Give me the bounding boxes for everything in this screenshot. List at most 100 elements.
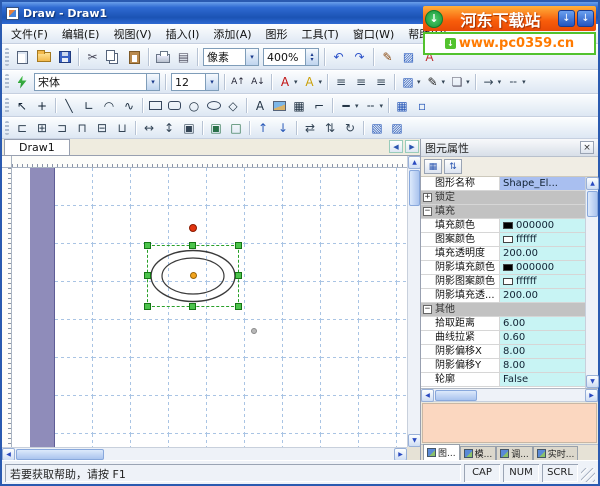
scroll-track[interactable] [408, 207, 420, 434]
arrow-style-button[interactable]: → ▾ [479, 73, 504, 91]
property-value[interactable]: ffffff [500, 233, 585, 246]
flip-horizontal-button[interactable]: ⇄ [300, 120, 320, 137]
toolbar-grip[interactable] [5, 48, 9, 66]
resize-handle-w[interactable] [144, 272, 151, 279]
panel-tab-2[interactable]: 调... [496, 446, 533, 460]
image-tool-button[interactable] [270, 97, 289, 114]
align-rights-button[interactable]: ⊐ [52, 120, 72, 137]
ungroup-button[interactable]: □ [226, 120, 246, 137]
scroll-right-icon[interactable]: ▶ [585, 389, 598, 402]
property-row[interactable]: 轮廓 False [421, 373, 585, 387]
tab-draw1[interactable]: Draw1 [4, 139, 70, 155]
arc-tool-button[interactable]: ◠ [99, 97, 119, 114]
print-preview-button[interactable]: ▤ [173, 47, 194, 67]
scroll-track[interactable] [105, 448, 394, 460]
property-value[interactable]: 0.60 [500, 331, 585, 344]
same-size-button[interactable]: ▣ [179, 120, 199, 137]
line-color-button[interactable]: ✎ ▾ [423, 73, 448, 91]
flip-vertical-button[interactable]: ⇅ [320, 120, 340, 137]
tab-scroll-right-button[interactable]: ▶ [405, 140, 419, 153]
select-tool-button[interactable]: ↖ [12, 97, 32, 114]
layers-panel-toggle-button[interactable]: ▧ [367, 120, 387, 137]
text-tool-button[interactable]: A [250, 97, 270, 114]
font-name-combo[interactable]: 宋体 ▾ [34, 73, 160, 91]
bring-to-front-button[interactable]: ↑ [253, 120, 273, 137]
send-to-back-button[interactable]: ↓ [273, 120, 293, 137]
toolbar-grip[interactable] [5, 121, 9, 135]
grid-horizontal-scrollbar[interactable]: ◀ ▶ [421, 389, 598, 402]
panel-tab-1[interactable]: 模... [459, 446, 497, 460]
shadow-style-button[interactable]: ❏ ▾ [447, 73, 472, 91]
resize-handle-e[interactable] [235, 272, 242, 279]
menu-tools[interactable]: 工具(T) [295, 24, 346, 44]
menu-add[interactable]: 添加(A) [206, 24, 258, 44]
grid-toggle-button[interactable]: ▦ [392, 97, 412, 114]
resize-handle-sw[interactable] [144, 303, 151, 310]
font-larger-button[interactable]: A↑ [228, 73, 248, 91]
rotate-button[interactable]: ↻ [340, 120, 360, 137]
property-row[interactable]: 阴影图案颜色 ffffff [421, 275, 585, 289]
property-category-row[interactable]: − 其他 [421, 303, 585, 317]
property-row[interactable]: 拾取距离 6.00 [421, 317, 585, 331]
collapse-icon[interactable]: − [423, 207, 432, 216]
panel-tab-3[interactable]: 实时... [532, 446, 579, 460]
collapse-icon[interactable]: − [423, 305, 432, 314]
align-middles-button[interactable]: ⊟ [92, 120, 112, 137]
align-tops-button[interactable]: ⊓ [72, 120, 92, 137]
polyline-tool-button[interactable]: ∟ [79, 97, 99, 114]
print-button[interactable] [152, 47, 173, 67]
dropdown-arrow-icon[interactable]: ▾ [245, 49, 258, 65]
panel-close-button[interactable]: × [580, 141, 594, 154]
circle-tool-button[interactable]: ○ [184, 97, 204, 114]
scroll-right-icon[interactable]: ▶ [394, 448, 407, 460]
align-right-button[interactable]: ≡ [371, 73, 391, 91]
menu-shape[interactable]: 图形 [259, 24, 295, 44]
property-category-row[interactable]: + 锁定 [421, 191, 585, 205]
dropdown-arrow-icon[interactable]: ▾ [205, 74, 218, 90]
scroll-thumb[interactable] [587, 191, 598, 217]
property-row[interactable]: 曲线拉紧 0.60 [421, 331, 585, 345]
toolbar-grip[interactable] [5, 74, 9, 90]
align-centers-button[interactable]: ⊞ [32, 120, 52, 137]
fill-color-button[interactable]: ▨ ▾ [398, 73, 423, 91]
property-row[interactable]: 填充透明度 200.00 [421, 247, 585, 261]
align-left-button[interactable]: ≡ [331, 73, 351, 91]
align-bottoms-button[interactable]: ⊔ [112, 120, 132, 137]
rotation-handle[interactable] [189, 224, 197, 232]
scroll-up-icon[interactable]: ▲ [408, 156, 420, 169]
save-button[interactable] [54, 47, 75, 67]
scroll-track[interactable] [586, 218, 598, 375]
line-width-button[interactable]: ━ ▾ [336, 97, 361, 114]
property-value[interactable]: 8.00 [500, 359, 585, 372]
properties-panel-header[interactable]: 图元属性 × [421, 139, 598, 157]
scroll-left-icon[interactable]: ◀ [2, 448, 15, 460]
fill-button[interactable]: ▨ [398, 47, 419, 67]
property-value[interactable]: 000000 [500, 261, 585, 274]
scroll-track[interactable] [478, 389, 585, 401]
align-center-button[interactable]: ≡ [351, 73, 371, 91]
font-size-combo[interactable]: 12 ▾ [171, 73, 219, 91]
redo-button[interactable]: ↷ [349, 47, 370, 67]
property-category-row[interactable]: − 填充 [421, 205, 585, 219]
drawing-page[interactable] [55, 168, 407, 447]
connector-tool-button[interactable]: ⌐ [309, 97, 329, 114]
same-height-button[interactable]: ↕ [159, 120, 179, 137]
scroll-thumb[interactable] [16, 449, 104, 460]
resize-handle-ne[interactable] [235, 242, 242, 249]
property-value[interactable]: False [500, 373, 585, 386]
property-value[interactable]: 200.00 [500, 247, 585, 260]
resize-handle-n[interactable] [189, 242, 196, 249]
tab-scroll-left-button[interactable]: ◀ [389, 140, 403, 153]
scroll-left-icon[interactable]: ◀ [421, 389, 434, 402]
font-smaller-button[interactable]: A↓ [248, 73, 268, 91]
zoom-combo[interactable]: 400% ▴ ▾ [263, 48, 319, 66]
canvas-vertical-scrollbar[interactable]: ▲ ▼ [407, 156, 420, 447]
property-value[interactable]: Shape_El... [500, 177, 585, 190]
scroll-up-icon[interactable]: ▲ [586, 177, 599, 190]
toolbar-grip[interactable] [5, 98, 9, 113]
panel-tab-0[interactable]: 图... [423, 444, 460, 460]
paste-button[interactable] [124, 47, 145, 67]
dropdown-arrow-icon[interactable]: ▾ [146, 74, 159, 90]
property-row[interactable]: 阴影填充颜色 000000 [421, 261, 585, 275]
property-row[interactable]: 图形名称 Shape_El... [421, 177, 585, 191]
